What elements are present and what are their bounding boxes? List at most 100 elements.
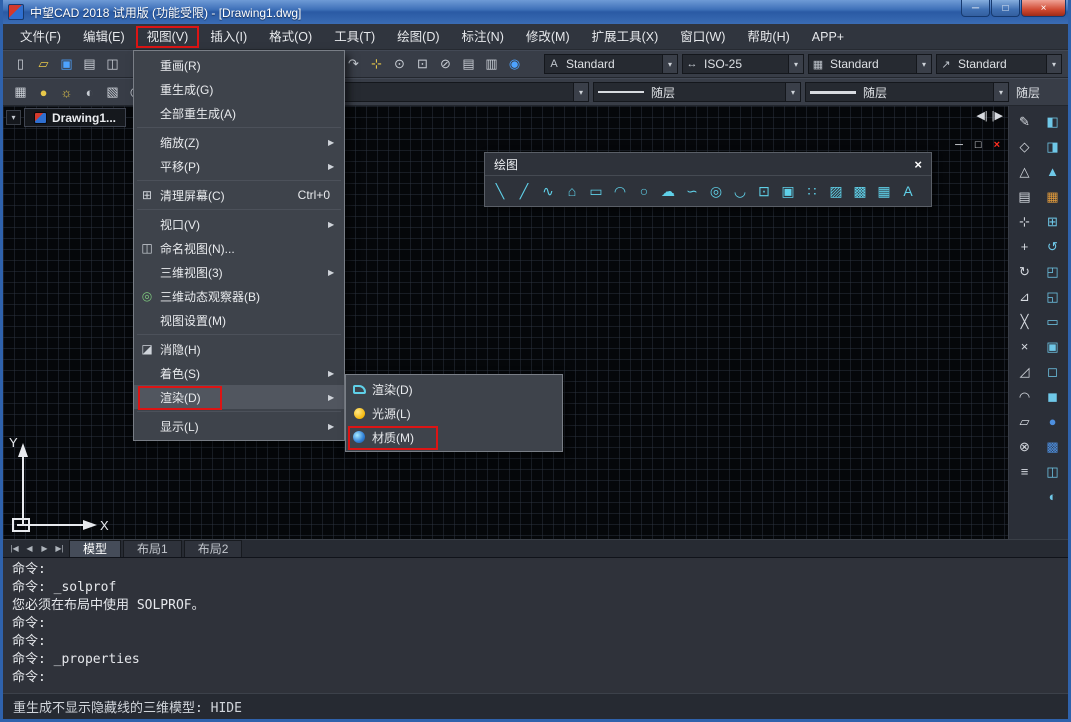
menu-item-view-settings[interactable]: 视图设置(M) [134, 308, 344, 332]
menu-draw[interactable]: 绘图(D) [386, 26, 450, 48]
tool-icon[interactable]: ▤ [1012, 184, 1037, 209]
tool-icon[interactable]: ⊞ [1040, 209, 1065, 234]
tab-layout1[interactable]: 布局1 [123, 540, 182, 557]
command-history[interactable]: 命令: 命令: _solprof 您必须在布局中使用 SOLPROF。 命令: … [3, 557, 1068, 693]
submenu-item-material[interactable]: 材质(M) [346, 425, 562, 450]
tool-icon[interactable]: ▦ [1040, 184, 1065, 209]
point-icon[interactable]: ∷ [800, 178, 824, 204]
tool-icon[interactable]: ◠ [1012, 384, 1037, 409]
doc-minimize-icon[interactable]: ─ [955, 139, 963, 151]
hatch-icon[interactable]: ▨ [824, 178, 848, 204]
revision-cloud-icon[interactable]: ☁ [656, 178, 680, 204]
tab-menu-icon[interactable]: ▾ [6, 110, 21, 125]
tool-icon[interactable]: ◇ [1012, 134, 1037, 159]
menu-window[interactable]: 窗口(W) [669, 26, 736, 48]
menu-item-display[interactable]: 显示(L) ▶ [134, 414, 344, 438]
tool-icon[interactable]: ⊹ [1012, 209, 1037, 234]
menu-app-plus[interactable]: APP+ [801, 26, 855, 48]
layer-translate-icon[interactable]: ▥ [480, 53, 503, 76]
polyline-icon[interactable]: ∿ [536, 178, 560, 204]
table-icon[interactable]: ▦ [872, 178, 896, 204]
lineweight-combo[interactable]: 随层 ▾ [805, 82, 1009, 102]
doc-restore-icon[interactable]: □ [975, 139, 982, 151]
ellipse-arc-icon[interactable]: ◡ [728, 178, 752, 204]
preview-icon[interactable]: ◫ [101, 53, 124, 76]
arc-icon[interactable]: ◠ [608, 178, 632, 204]
close-button[interactable]: × [1021, 0, 1066, 17]
tool-icon[interactable]: ◿ [1012, 359, 1037, 384]
tool-icon[interactable]: ▣ [1040, 334, 1065, 359]
sphere-icon[interactable]: ● [1040, 409, 1065, 434]
make-block-icon[interactable]: ▣ [776, 178, 800, 204]
menu-tools[interactable]: 工具(T) [323, 26, 386, 48]
tool-icon[interactable]: ↺ [1040, 234, 1065, 259]
tool-icon[interactable]: ⊗ [1012, 434, 1037, 459]
plot-icon[interactable]: ▤ [78, 53, 101, 76]
layer-previous-icon[interactable]: ◐ [78, 81, 101, 104]
menu-edit[interactable]: 编辑(E) [72, 26, 136, 48]
insert-block-icon[interactable]: ⊡ [752, 178, 776, 204]
tool-icon[interactable]: ⊿ [1012, 284, 1037, 309]
menu-format[interactable]: 格式(O) [258, 26, 323, 48]
tab-first-icon[interactable]: |◀ [7, 544, 22, 553]
menu-modify[interactable]: 修改(M) [515, 26, 581, 48]
command-prompt-line[interactable]: 重生成不显示隐藏线的三维模型: HIDE [3, 693, 1068, 719]
menu-item-3d-views[interactable]: 三维视图(3) ▶ [134, 260, 344, 284]
tool-icon[interactable]: ▭ [1040, 309, 1065, 334]
rectangle-icon[interactable]: ▭ [584, 178, 608, 204]
menu-item-named-views[interactable]: ◫ 命名视图(N)... [134, 236, 344, 260]
tool-icon[interactable]: ✎ [1012, 109, 1037, 134]
tab-prev-icon[interactable]: ◀ [22, 544, 37, 553]
chevron-down-icon[interactable]: ▾ [1046, 55, 1061, 73]
menu-item-redraw[interactable]: 重画(R) [134, 53, 344, 77]
text-style-combo[interactable]: A Standard ▾ [544, 54, 678, 74]
tab-scroll-left-icon[interactable]: ◀| [976, 109, 987, 122]
table-style-combo[interactable]: ▦ Standard ▾ [808, 54, 932, 74]
menu-file[interactable]: 文件(F) [9, 26, 72, 48]
zoom-previous-icon[interactable]: ⊘ [434, 53, 457, 76]
chevron-down-icon[interactable]: ▾ [916, 55, 931, 73]
menu-help[interactable]: 帮助(H) [736, 26, 800, 48]
doc-close-icon[interactable]: × [994, 139, 1000, 151]
tool-icon[interactable]: ◼ [1040, 384, 1065, 409]
document-tab[interactable]: Drawing1... [24, 108, 127, 127]
redo-icon[interactable]: ↷ [342, 53, 365, 76]
tool-icon[interactable]: ◻ [1040, 359, 1065, 384]
submenu-item-render[interactable]: 渲染(D) [346, 377, 562, 401]
layer-properties-icon[interactable]: ▦ [9, 81, 32, 104]
menu-item-zoom[interactable]: 缩放(Z) ▶ [134, 130, 344, 154]
mleader-style-combo[interactable]: ↗ Standard ▾ [936, 54, 1062, 74]
circle-icon[interactable]: ○ [632, 178, 656, 204]
tool-icon[interactable]: ▲ [1040, 159, 1065, 184]
gradient-icon[interactable]: ▩ [848, 178, 872, 204]
polygon-icon[interactable]: ⌂ [560, 178, 584, 204]
submenu-item-light[interactable]: 光源(L) [346, 401, 562, 425]
chevron-down-icon[interactable]: ▾ [573, 83, 588, 101]
tool-icon[interactable]: ◰ [1040, 259, 1065, 284]
line-icon[interactable]: ╲ [488, 178, 512, 204]
chevron-down-icon[interactable]: ▾ [662, 55, 677, 73]
layer-thaw-icon[interactable]: ☼ [55, 81, 78, 104]
menu-item-render[interactable]: 渲染(D) ▶ [134, 385, 344, 410]
minimize-button[interactable]: ─ [961, 0, 990, 17]
ellipse-icon[interactable]: ◎ [704, 178, 728, 204]
tool-icon[interactable]: ◐ [1040, 484, 1065, 509]
draw-toolbar-titlebar[interactable]: 绘图 × [485, 153, 931, 176]
spline-icon[interactable]: ∽ [680, 178, 704, 204]
menu-item-shade[interactable]: 着色(S) ▶ [134, 361, 344, 385]
menu-view[interactable]: 视图(V) [135, 25, 200, 48]
new-icon[interactable]: ▯ [9, 53, 32, 76]
menu-insert[interactable]: 插入(I) [199, 26, 258, 48]
tab-last-icon[interactable]: ▶| [52, 544, 67, 553]
chevron-down-icon[interactable]: ▾ [993, 83, 1008, 101]
construction-line-icon[interactable]: ╱ [512, 178, 536, 204]
open-icon[interactable]: ▱ [32, 53, 55, 76]
menu-express[interactable]: 扩展工具(X) [581, 26, 670, 48]
tool-icon[interactable]: ◫ [1040, 459, 1065, 484]
chevron-down-icon[interactable]: ▾ [788, 55, 803, 73]
layer-state-icon[interactable]: ▧ [101, 81, 124, 104]
help-icon[interactable]: ◉ [503, 53, 526, 76]
layer-on-icon[interactable]: ● [32, 81, 55, 104]
tool-icon[interactable]: ◨ [1040, 134, 1065, 159]
menu-item-clean-screen[interactable]: ⊞ 清理屏幕(C) Ctrl+0 [134, 183, 344, 207]
